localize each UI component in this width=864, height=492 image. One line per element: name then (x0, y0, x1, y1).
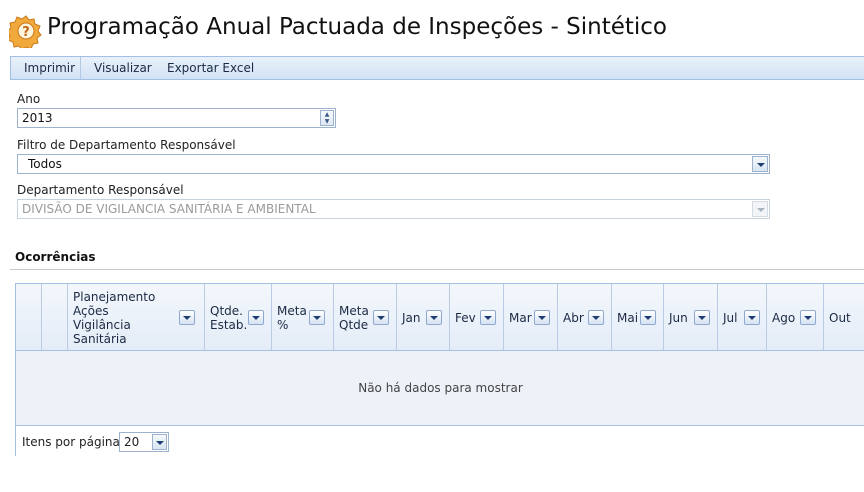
chevron-down-icon[interactable] (744, 310, 760, 325)
svg-text:?: ? (22, 25, 30, 40)
column-label: Planejamento Ações Vigilância Sanitária (73, 290, 156, 346)
column-jun[interactable]: Jun (664, 284, 718, 350)
ano-label: Ano (17, 92, 41, 106)
chevron-down-icon[interactable] (373, 310, 389, 325)
column-out[interactable]: Out (824, 284, 864, 350)
column-label: Jul (723, 311, 738, 325)
column-jul[interactable]: Jul (718, 284, 767, 350)
toolbar: Imprimir Visualizar Exportar Excel (10, 56, 864, 80)
filtro-select[interactable]: Todos (17, 154, 770, 174)
page-header: ? Programação Anual Pactuada de Inspeçõe… (0, 0, 864, 56)
chevron-down-icon[interactable] (309, 310, 325, 325)
filtro-label: Filtro de Departamento Responsável (17, 138, 236, 152)
column-label: Ago (772, 311, 796, 325)
column-mar[interactable]: Mar (504, 284, 558, 350)
spin-up-icon[interactable]: ▲ (321, 111, 333, 118)
chevron-down-icon[interactable] (800, 310, 816, 325)
chevron-down-icon[interactable] (694, 310, 710, 325)
departamento-select: DIVISÃO DE VIGILANCIA SANITÁRIA E AMBIEN… (17, 199, 770, 219)
page-size-select[interactable]: 20 (119, 432, 169, 452)
column-label: Out (829, 311, 851, 325)
chevron-down-icon[interactable] (426, 310, 442, 325)
column-label: Qtde. Estab. (210, 304, 248, 332)
column-label: Jun (669, 311, 688, 325)
grid-header: Planejamento Ações Vigilância Sanitária … (16, 284, 864, 351)
column-fev[interactable]: Fev (450, 284, 504, 350)
gear-question-icon: ? (9, 15, 42, 48)
column-planejamento[interactable]: Planejamento Ações Vigilância Sanitária (68, 284, 205, 350)
chevron-down-icon[interactable] (588, 310, 604, 325)
spin-down-icon[interactable]: ▼ (321, 118, 333, 125)
column-mai[interactable]: Mai (612, 284, 664, 350)
page-title: Programação Anual Pactuada de Inspeções … (47, 14, 668, 40)
chevron-down-icon[interactable] (152, 434, 167, 450)
filtro-value: Todos (28, 157, 62, 171)
chevron-down-icon[interactable] (179, 310, 195, 325)
spinner-buttons[interactable]: ▲ ▼ (320, 110, 334, 126)
column-meta-qtde[interactable]: Meta Qtde (334, 284, 397, 350)
page-size-label: Itens por página: (22, 435, 124, 449)
chevron-down-icon[interactable] (248, 310, 264, 325)
view-button[interactable]: Visualizar (94, 57, 152, 79)
ano-value: 2013 (22, 111, 53, 125)
occurrences-grid: Planejamento Ações Vigilância Sanitária … (15, 283, 864, 456)
grid-header-cell (42, 284, 68, 350)
column-ago[interactable]: Ago (767, 284, 824, 350)
export-excel-button[interactable]: Exportar Excel (167, 57, 254, 79)
chevron-down-icon[interactable] (480, 310, 496, 325)
column-label: Meta % (277, 304, 307, 332)
page-size-value: 20 (124, 435, 140, 449)
column-qtde-estab[interactable]: Qtde. Estab. (205, 284, 272, 350)
chevron-down-icon (752, 201, 768, 217)
column-label: Abr (563, 311, 584, 325)
print-button[interactable]: Imprimir (24, 57, 75, 79)
column-label: Fev (455, 311, 476, 325)
departamento-value: DIVISÃO DE VIGILANCIA SANITÁRIA E AMBIEN… (22, 202, 316, 216)
chevron-down-icon[interactable] (534, 310, 550, 325)
column-label: Mar (509, 311, 532, 325)
section-divider (10, 269, 864, 270)
toolbar-separator (80, 57, 81, 79)
column-abr[interactable]: Abr (558, 284, 612, 350)
column-label: Mai (617, 311, 639, 325)
grid-pager: Itens por página: 20 (16, 425, 864, 456)
chevron-down-icon[interactable] (752, 156, 768, 172)
column-label: Meta Qtde (339, 304, 369, 332)
column-jan[interactable]: Jan (397, 284, 450, 350)
grid-header-cell (16, 284, 42, 350)
chevron-down-icon[interactable] (640, 310, 656, 325)
section-title: Ocorrências (15, 250, 96, 264)
departamento-label: Departamento Responsável (17, 183, 184, 197)
column-meta-percent[interactable]: Meta % (272, 284, 334, 350)
column-label: Jan (402, 311, 421, 325)
ano-spinner[interactable]: 2013 ▲ ▼ (17, 108, 336, 128)
empty-message: Não há dados para mostrar (358, 381, 523, 395)
